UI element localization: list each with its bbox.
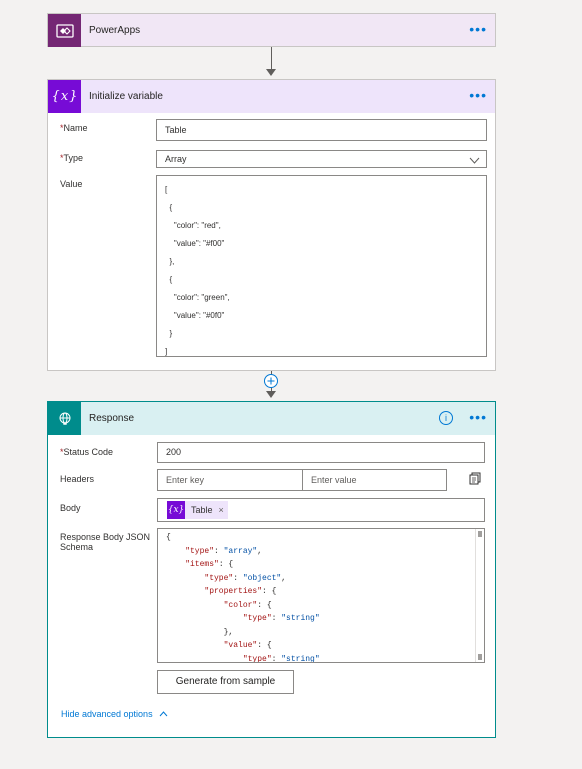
schema-line: },: [166, 627, 234, 637]
response-card[interactable]: Response i ••• *Status Code 200 Headers …: [47, 401, 496, 738]
value-line: }: [165, 329, 173, 338]
schema-line: "type": "string": [242, 614, 320, 623]
initialize-variable-card[interactable]: {x} Initialize variable ••• *Name Table …: [47, 79, 496, 371]
variable-icon: {x}: [167, 501, 185, 519]
powerapps-card[interactable]: PowerApps •••: [47, 13, 496, 47]
generate-from-sample-button[interactable]: Generate from sample: [157, 670, 294, 694]
name-value: Table: [165, 125, 187, 135]
chevron-down-icon: [469, 154, 480, 170]
schema-line: {: [166, 533, 171, 542]
response-header[interactable]: Response i •••: [48, 402, 495, 435]
value-line: [: [165, 185, 168, 194]
status-code-label: *Status Code: [60, 447, 114, 457]
name-label: *Name: [60, 123, 88, 133]
info-icon[interactable]: i: [439, 411, 453, 425]
powerapps-title: PowerApps: [89, 25, 141, 36]
schema-line: "properties": {: [204, 587, 277, 596]
value-line: ]: [165, 347, 168, 356]
value-line: {: [165, 275, 173, 284]
remove-token-icon[interactable]: ×: [219, 505, 224, 515]
powerapps-more-button[interactable]: •••: [469, 14, 487, 45]
header-key-input[interactable]: Enter key: [157, 469, 303, 491]
type-label: *Type: [60, 153, 84, 163]
type-dropdown[interactable]: Array: [156, 150, 487, 168]
connector-line: [271, 47, 272, 69]
switch-to-text-mode-icon[interactable]: [469, 472, 482, 488]
body-label: Body: [60, 503, 81, 513]
header-key-placeholder: Enter key: [166, 475, 205, 485]
schema-content: { "type": "array", "items": { "type": "o…: [166, 531, 320, 663]
name-field[interactable]: Table: [156, 119, 487, 141]
status-code-field[interactable]: 200: [157, 442, 485, 463]
value-line: "color": "red",: [165, 221, 221, 230]
value-line: "color": "green",: [165, 293, 230, 302]
schema-label: Response Body JSON Schema: [60, 532, 151, 552]
value-line: {: [165, 203, 173, 212]
value-line: "value": "#0f0": [165, 311, 225, 320]
schema-line: "type": "array",: [185, 546, 263, 556]
table-token[interactable]: {x} Table ×: [167, 501, 228, 519]
value-line: "value": "#f00": [165, 239, 225, 248]
schema-line: "items": {: [185, 560, 234, 569]
initialize-variable-more-button[interactable]: •••: [469, 80, 487, 111]
hide-advanced-options-label: Hide advanced options: [61, 709, 153, 719]
schema-editor[interactable]: { "type": "array", "items": { "type": "o…: [157, 528, 485, 663]
value-label: Value: [60, 179, 83, 189]
variable-icon: {x}: [48, 80, 81, 113]
initialize-variable-header[interactable]: {x} Initialize variable •••: [48, 80, 495, 113]
globe-icon: [48, 402, 81, 435]
powerapps-icon: [48, 14, 81, 47]
headers-label: Headers: [60, 474, 95, 484]
chevron-up-icon: [159, 709, 168, 719]
powerapps-header[interactable]: PowerApps •••: [48, 14, 495, 47]
schema-line: "type": "object",: [204, 573, 287, 583]
hide-advanced-options-link[interactable]: Hide advanced options: [61, 709, 168, 719]
header-value-input[interactable]: Enter value: [302, 469, 447, 491]
add-step-icon[interactable]: [264, 374, 278, 388]
schema-scrollbar[interactable]: [475, 529, 484, 662]
value-field[interactable]: [ { "color": "red", "value": "#f00" }, {…: [156, 175, 487, 357]
connector-arrow: [266, 69, 276, 76]
initialize-variable-title: Initialize variable: [89, 91, 163, 102]
value-content: [ { "color": "red", "value": "#f00" }, {…: [165, 181, 486, 361]
response-title: Response: [89, 413, 135, 424]
connector-arrow-2: [266, 391, 276, 398]
schema-line: "value": {: [223, 641, 272, 650]
body-field[interactable]: {x} Table ×: [157, 498, 485, 522]
value-line: },: [165, 257, 175, 266]
header-value-placeholder: Enter value: [311, 475, 357, 485]
response-more-button[interactable]: •••: [469, 402, 487, 433]
status-code-value: 200: [166, 447, 182, 457]
type-value: Array: [165, 154, 187, 164]
schema-line: "color": {: [223, 600, 272, 610]
schema-line: "type": "string": [242, 654, 320, 663]
table-token-label: Table: [191, 505, 213, 515]
